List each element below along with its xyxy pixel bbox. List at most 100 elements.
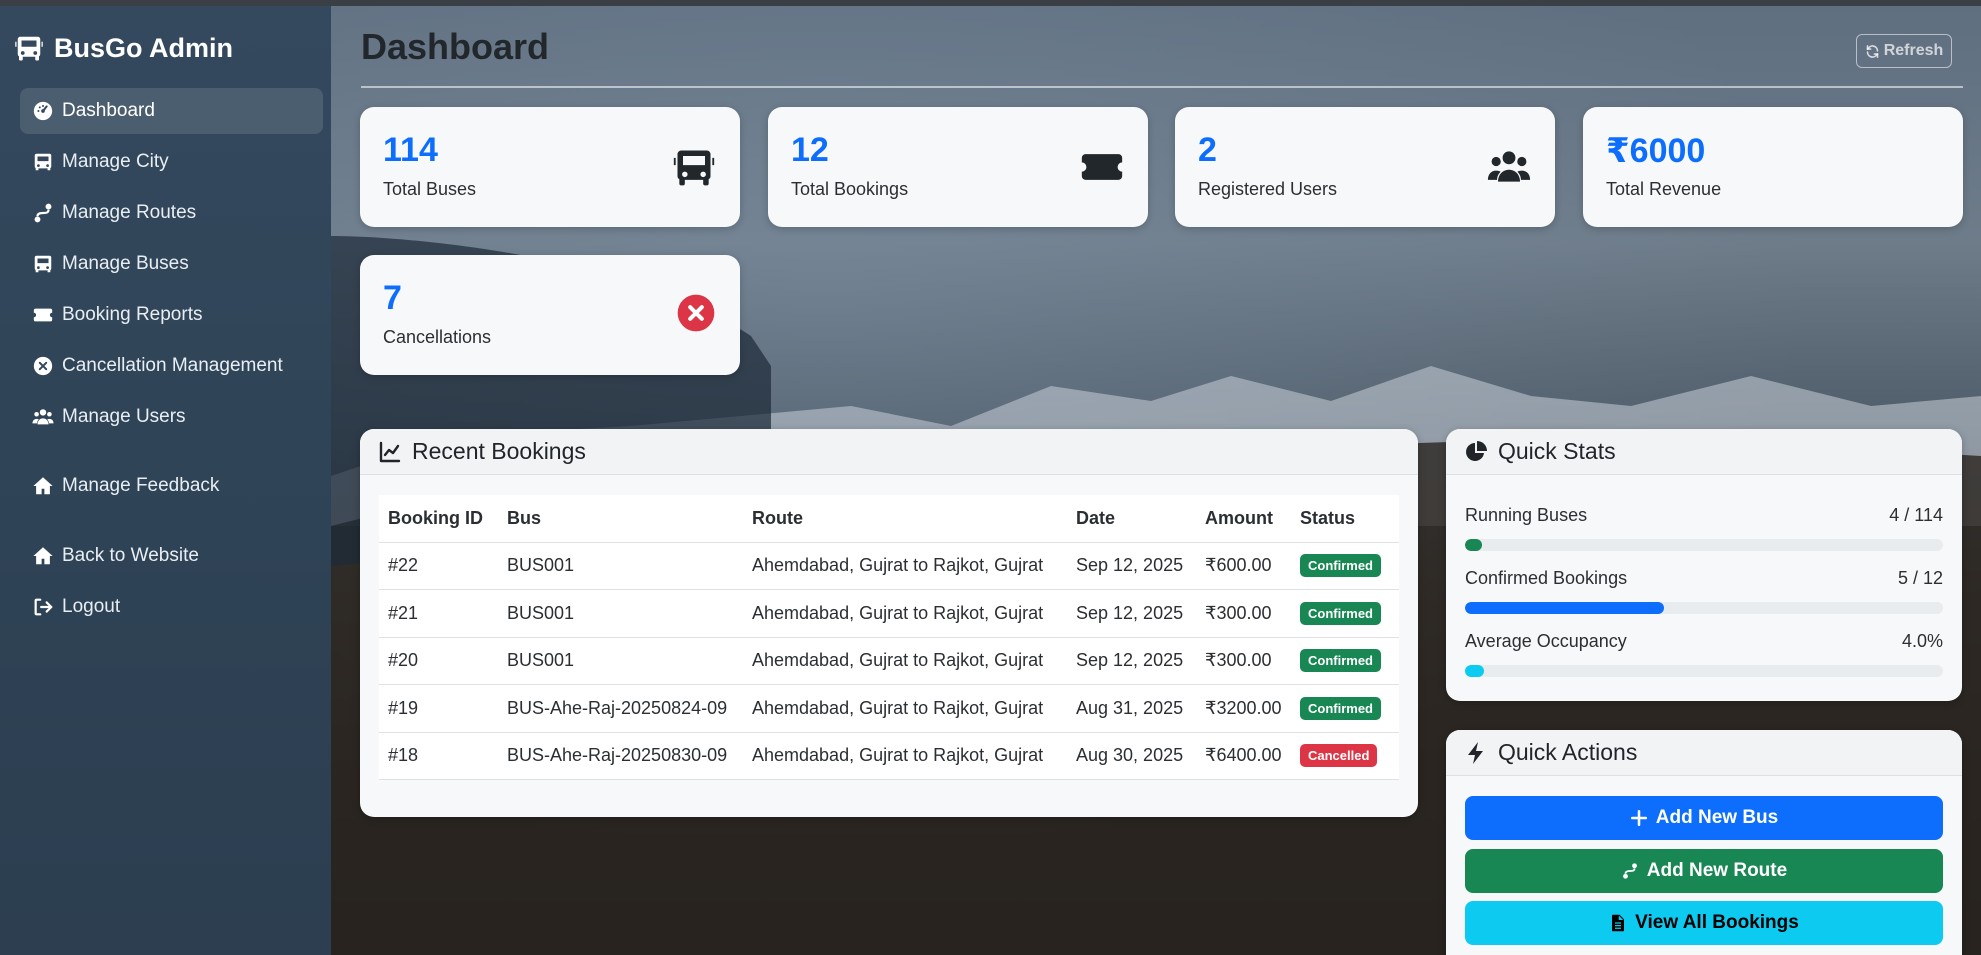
brand[interactable]: BusGo Admin bbox=[14, 26, 233, 70]
amount: ₹300.00 bbox=[1196, 589, 1291, 638]
route: Ahemdabad, Gujrat to Rajkot, Gujrat bbox=[743, 684, 1067, 733]
amount: ₹3200.00 bbox=[1196, 684, 1291, 733]
sidebar-item-manage-routes[interactable]: Manage Routes bbox=[20, 190, 323, 236]
stat-label: Cancellations bbox=[383, 327, 492, 347]
quick-stat-confirmed-bookings: Confirmed Bookings 5 / 12 bbox=[1465, 568, 1943, 616]
sidebar-item-manage-buses[interactable]: Manage Buses bbox=[20, 241, 323, 287]
column-header: Bus bbox=[498, 495, 743, 543]
button-label: View All Bookings bbox=[1635, 912, 1799, 933]
quick-stat-running-buses: Running Buses 4 / 114 bbox=[1465, 505, 1943, 553]
sidebar-item-label: Manage Routes bbox=[62, 202, 197, 223]
quick-stat-value: 4 / 114 bbox=[1889, 505, 1943, 525]
panel-title: Quick Stats bbox=[1498, 438, 1616, 464]
progress-bar bbox=[1465, 539, 1943, 551]
x-circle-icon bbox=[33, 356, 53, 376]
ticket-icon bbox=[1081, 154, 1123, 180]
quick-stat-value: 4.0% bbox=[1901, 631, 1943, 651]
stat-value: 2 bbox=[1198, 131, 1217, 169]
stat-label: Total Bookings bbox=[791, 179, 909, 199]
bus-number: BUS-Ahe-Raj-20250824-09 bbox=[498, 684, 743, 733]
progress-fill bbox=[1465, 665, 1485, 677]
home-icon bbox=[33, 477, 53, 495]
sidebar-item-label: Booking Reports bbox=[62, 304, 203, 325]
bus-icon bbox=[15, 36, 43, 61]
quick-stat-label: Confirmed Bookings bbox=[1465, 568, 1628, 588]
sidebar: BusGo Admin Dashboard Manage City Manage… bbox=[0, 6, 331, 955]
table-row[interactable]: #18 BUS-Ahe-Raj-20250830-09 Ahemdabad, G… bbox=[379, 732, 1399, 780]
view-all-bookings-button[interactable]: View All Bookings bbox=[1465, 901, 1943, 945]
logout-icon bbox=[34, 598, 53, 616]
x-circle-icon bbox=[677, 294, 715, 332]
status-badge: Confirmed bbox=[1300, 649, 1381, 673]
recent-bookings-panel: Recent Bookings Booking ID Bus Route Dat… bbox=[360, 429, 1418, 817]
table-row[interactable]: #22 BUS001 Ahemdabad, Gujrat to Rajkot, … bbox=[379, 542, 1399, 590]
brand-title: BusGo Admin bbox=[54, 32, 233, 63]
dashboard-icon bbox=[33, 101, 53, 121]
add-new-bus-button[interactable]: Add New Bus bbox=[1465, 796, 1943, 840]
quick-stat-average-occupancy: Average Occupancy 4.0% bbox=[1465, 631, 1943, 679]
panel-title: Quick Actions bbox=[1498, 739, 1638, 765]
progress-fill bbox=[1465, 539, 1482, 551]
quick-stat-value: 5 / 12 bbox=[1897, 568, 1943, 588]
bus-icon bbox=[673, 150, 715, 186]
table-row[interactable]: #20 BUS001 Ahemdabad, Gujrat to Rajkot, … bbox=[379, 637, 1399, 685]
date: Aug 31, 2025 bbox=[1067, 684, 1196, 733]
ticket-icon bbox=[33, 308, 53, 322]
window-top-strip bbox=[0, 0, 1981, 6]
stat-card-cancellations: 7 Cancellations bbox=[360, 255, 740, 375]
stat-label: Total Revenue bbox=[1606, 179, 1722, 199]
bus-number: BUS001 bbox=[498, 637, 743, 685]
quick-stats-panel: Quick Stats Running Buses 4 / 114 Confir… bbox=[1446, 429, 1962, 701]
sidebar-item-back-to-website[interactable]: Back to Website bbox=[20, 533, 323, 579]
table-header-row: Booking ID Bus Route Date Amount Status bbox=[379, 495, 1399, 543]
date: Aug 30, 2025 bbox=[1067, 732, 1196, 780]
stat-label: Total Buses bbox=[383, 179, 477, 199]
stat-value: 7 bbox=[383, 279, 402, 317]
date: Sep 12, 2025 bbox=[1067, 589, 1196, 638]
booking-id: #18 bbox=[379, 732, 498, 780]
booking-id: #19 bbox=[379, 684, 498, 733]
main-content: Dashboard Refresh 114 Total Buses 12 Tot… bbox=[331, 6, 1981, 955]
sidebar-item-cancellation-management[interactable]: Cancellation Management bbox=[20, 343, 323, 389]
table-row[interactable]: #19 BUS-Ahe-Raj-20250824-09 Ahemdabad, G… bbox=[379, 684, 1399, 733]
sidebar-item-manage-city[interactable]: Manage City bbox=[20, 139, 323, 185]
table-row[interactable]: #21 BUS001 Ahemdabad, Gujrat to Rajkot, … bbox=[379, 589, 1399, 638]
page-title: Dashboard bbox=[361, 26, 550, 67]
status-badge: Confirmed bbox=[1300, 696, 1381, 720]
stat-value: ₹6000 bbox=[1606, 132, 1706, 170]
refresh-button[interactable]: Refresh bbox=[1856, 34, 1952, 68]
progress-fill bbox=[1465, 602, 1665, 614]
column-header: Amount bbox=[1196, 495, 1291, 543]
route: Ahemdabad, Gujrat to Rajkot, Gujrat bbox=[743, 637, 1067, 685]
status-badge: Confirmed bbox=[1300, 554, 1381, 578]
booking-id: #20 bbox=[379, 637, 498, 685]
users-icon bbox=[1487, 151, 1531, 182]
sidebar-item-label: Manage Buses bbox=[62, 253, 189, 274]
progress-bar bbox=[1465, 665, 1943, 677]
sidebar-item-label: Cancellation Management bbox=[62, 355, 283, 376]
sidebar-item-manage-feedback[interactable]: Manage Feedback bbox=[20, 463, 323, 509]
add-new-route-button[interactable]: Add New Route bbox=[1465, 849, 1943, 893]
date: Sep 12, 2025 bbox=[1067, 542, 1196, 590]
sidebar-item-dashboard[interactable]: Dashboard bbox=[20, 88, 323, 134]
route: Ahemdabad, Gujrat to Rajkot, Gujrat bbox=[743, 542, 1067, 590]
progress-bar bbox=[1465, 602, 1943, 614]
panel-header: Quick Stats bbox=[1446, 429, 1962, 475]
bookings-table: Booking ID Bus Route Date Amount Status … bbox=[379, 495, 1399, 780]
sidebar-item-logout[interactable]: Logout bbox=[20, 584, 323, 630]
stat-card-total-revenue: ₹6000 Total Revenue bbox=[1583, 107, 1963, 227]
stat-value: 12 bbox=[791, 131, 829, 169]
amount: ₹300.00 bbox=[1196, 637, 1291, 685]
users-icon bbox=[32, 409, 54, 425]
pie-chart-icon bbox=[1466, 440, 1487, 461]
route-icon bbox=[34, 203, 52, 223]
title-divider bbox=[361, 86, 1963, 88]
column-header: Booking ID bbox=[379, 495, 498, 543]
home-icon bbox=[33, 547, 53, 565]
route: Ahemdabad, Gujrat to Rajkot, Gujrat bbox=[743, 732, 1067, 780]
plus-icon bbox=[1630, 809, 1647, 827]
sidebar-item-booking-reports[interactable]: Booking Reports bbox=[20, 292, 323, 338]
column-header: Status bbox=[1291, 495, 1399, 543]
bus-number: BUS001 bbox=[498, 589, 743, 638]
sidebar-item-manage-users[interactable]: Manage Users bbox=[20, 394, 323, 440]
